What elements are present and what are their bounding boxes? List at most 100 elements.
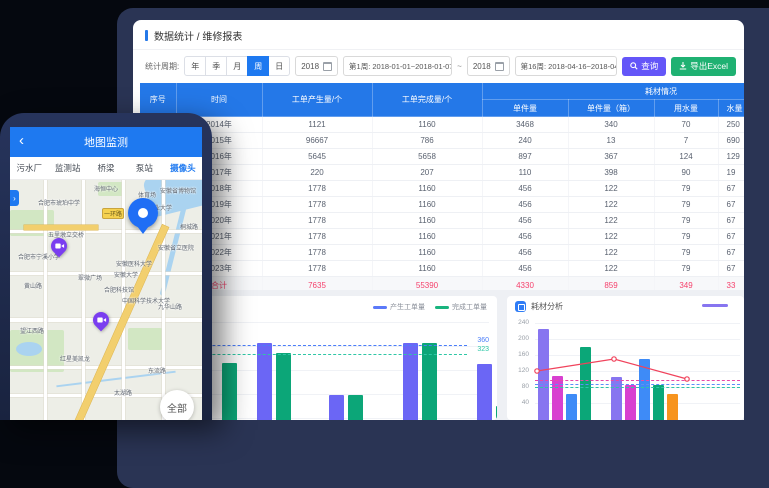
phone-mockup: ‹ 地图监测 污水厂监测站桥梁泵站摄像头 一环路 › (0, 113, 212, 420)
road (10, 230, 202, 233)
col-group-consumables: 耗材情况 (482, 83, 744, 100)
map-label: 海恒中心 (94, 184, 118, 193)
table-cell: 1160 (372, 261, 482, 277)
calendar-icon (495, 62, 504, 71)
consumables-chart: 耗材分析 2402001601208040 (507, 296, 744, 420)
table-cell: 122 (568, 213, 654, 229)
table-cell: 13 (568, 133, 654, 149)
table-row: 62019年177811604561227967 (140, 197, 744, 213)
table-cell: 367 (568, 149, 654, 165)
reference-label: 323 (477, 346, 489, 353)
tab-桥梁[interactable]: 桥梁 (87, 157, 125, 179)
map-label: 安徽大学 (114, 270, 138, 279)
gridline (535, 323, 740, 324)
reference-line (535, 387, 740, 388)
table-cell: 1160 (372, 197, 482, 213)
report-table: 序号 时间 工单产生量/个 工单完成量/个 耗材情况 单件量 单件量（箱） 用水… (140, 83, 744, 311)
table-cell: 1160 (372, 245, 482, 261)
segment-年[interactable]: 年 (184, 56, 206, 76)
bar-完成工单量 (348, 395, 363, 420)
camera-icon (97, 317, 106, 324)
table-cell: 67 (718, 197, 744, 213)
segment-月[interactable]: 月 (226, 56, 248, 76)
legend-item: 产生工单量 (373, 302, 425, 312)
col-header-time: 时间 (176, 83, 262, 117)
table-cell: 122 (568, 197, 654, 213)
charts-region: 产生工单量完成工单量 360323 耗材分析 2402001601208040 (133, 290, 744, 420)
back-icon[interactable]: ‹ (19, 131, 24, 151)
map-label: 安徽省立医院 (158, 243, 194, 252)
segment-日[interactable]: 日 (268, 56, 290, 76)
table-cell: 7 (654, 133, 718, 149)
table-cell: 240 (482, 133, 568, 149)
tab-泵站[interactable]: 泵站 (125, 157, 163, 179)
table-cell: 79 (654, 197, 718, 213)
range-start-input[interactable]: 第1周: 2018-01-01~2018-01-07 (343, 56, 452, 76)
park (128, 328, 162, 350)
table-row: 52018年177811604561227967 (140, 181, 744, 197)
export-excel-button[interactable]: 导出Excel (671, 57, 736, 76)
reference-line (535, 384, 740, 385)
map-view[interactable]: 一环路 › 全部 海恒中心合肥市琥珀中学体育场安徽农业大学安徽省博物馆五里墩立交… (10, 180, 202, 420)
range-end-input[interactable]: 第16周: 2018-04-16~2018-04-22 (515, 56, 618, 76)
map-label: 五里墩立交桥 (48, 230, 84, 239)
table-cell: 122 (568, 261, 654, 277)
bar-完成工单量 (222, 363, 237, 421)
tab-污水厂[interactable]: 污水厂 (10, 157, 48, 179)
table-cell: 129 (718, 149, 744, 165)
sub-header-4: 水量 (718, 100, 744, 117)
show-all-button[interactable]: 全部 (160, 390, 194, 420)
col-header-index: 序号 (140, 83, 176, 117)
chart1-legend: 产生工单量完成工单量 (373, 302, 487, 312)
table-cell: 1778 (262, 213, 372, 229)
table-row: 102023年177811604561227967 (140, 261, 744, 277)
table-cell: 19 (718, 165, 744, 181)
map-label: 安徽省博物馆 (160, 186, 196, 195)
reference-line (535, 380, 740, 381)
chart2-legend-line (702, 304, 728, 307)
consumable-bar (653, 385, 664, 420)
reference-label: 360 (477, 337, 489, 344)
map-label: 东流路 (148, 366, 166, 375)
table-cell: 67 (718, 213, 744, 229)
consumable-bar (566, 394, 577, 420)
y-tick: 160 (509, 351, 529, 358)
segment-周[interactable]: 周 (247, 56, 269, 76)
year-end-value: 2018 (473, 62, 491, 71)
bar-产生工单量 (329, 395, 344, 420)
phone-header: ‹ 地图监测 (10, 127, 202, 157)
gridline (535, 371, 740, 372)
year-end-select[interactable]: 2018 (467, 56, 510, 76)
gridline (535, 355, 740, 356)
table-cell: 67 (718, 229, 744, 245)
table-cell: 340 (568, 117, 654, 133)
map-expander-button[interactable]: › (10, 190, 19, 206)
col-header-created: 工单产生量/个 (262, 83, 372, 117)
table-cell: 456 (482, 245, 568, 261)
tab-摄像头[interactable]: 摄像头 (164, 157, 202, 179)
table-cell: 79 (654, 261, 718, 277)
period-label: 统计周期: (145, 61, 179, 72)
table-cell: 96667 (262, 133, 372, 149)
table-row: 92022年177811604561227967 (140, 245, 744, 261)
y-tick: 200 (509, 335, 529, 342)
tab-监测站[interactable]: 监测站 (48, 157, 86, 179)
map-label: 望江西路 (20, 326, 44, 335)
segment-季[interactable]: 季 (205, 56, 227, 76)
year-start-select[interactable]: 2018 (295, 56, 338, 76)
y-tick: 80 (509, 383, 529, 390)
range-end-value: 第16周: 2018-04-16~2018-04-22 (521, 61, 618, 72)
legend-item: 完成工单量 (435, 302, 487, 312)
gridline (535, 339, 740, 340)
query-button[interactable]: 查询 (622, 57, 666, 76)
table-cell: 207 (372, 165, 482, 181)
table-cell: 122 (568, 245, 654, 261)
table-cell: 122 (568, 229, 654, 245)
consumable-bar (538, 329, 549, 420)
road-shield: 一环路 (102, 208, 124, 219)
sub-header-1: 单件量 (482, 100, 568, 117)
consumable-bar (552, 376, 563, 420)
camera-pin[interactable] (90, 309, 113, 332)
selected-camera-pin[interactable] (128, 198, 158, 228)
camera-icon (55, 243, 64, 250)
